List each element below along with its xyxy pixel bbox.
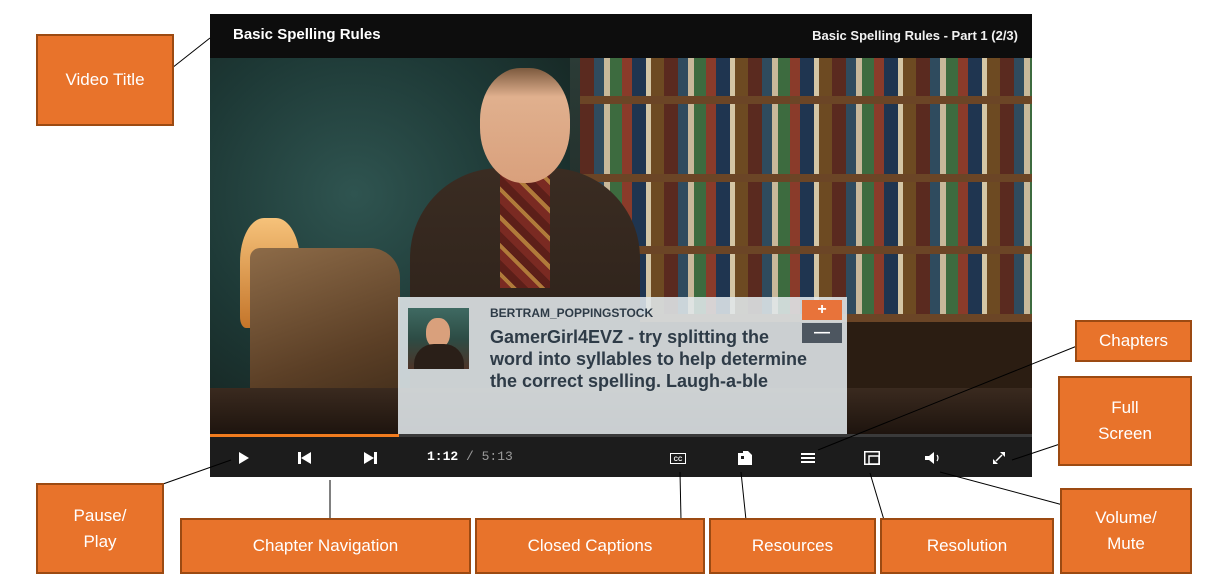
leader-pause-play (162, 459, 232, 485)
callout-chapters: Chapters (1075, 320, 1192, 362)
leader-resolution (869, 472, 885, 521)
leader-full-screen (1011, 443, 1061, 461)
callout-video-title: Video Title (36, 34, 174, 126)
callout-full-screen: Full Screen (1058, 376, 1192, 466)
leader-closed-captions (679, 471, 682, 521)
leader-resources (740, 471, 747, 521)
callout-pause-play: Pause/ Play (36, 483, 164, 574)
callout-volume-mute: Volume/ Mute (1060, 488, 1192, 574)
callout-leaders (162, 37, 1078, 521)
callout-chapter-navigation: Chapter Navigation (180, 518, 471, 574)
leader-volume-mute (939, 471, 1064, 506)
callout-resolution: Resolution (880, 518, 1054, 574)
leader-chapters (817, 345, 1078, 451)
callout-closed-captions: Closed Captions (475, 518, 705, 574)
leader-video-title (171, 37, 211, 69)
callout-resources: Resources (709, 518, 876, 574)
